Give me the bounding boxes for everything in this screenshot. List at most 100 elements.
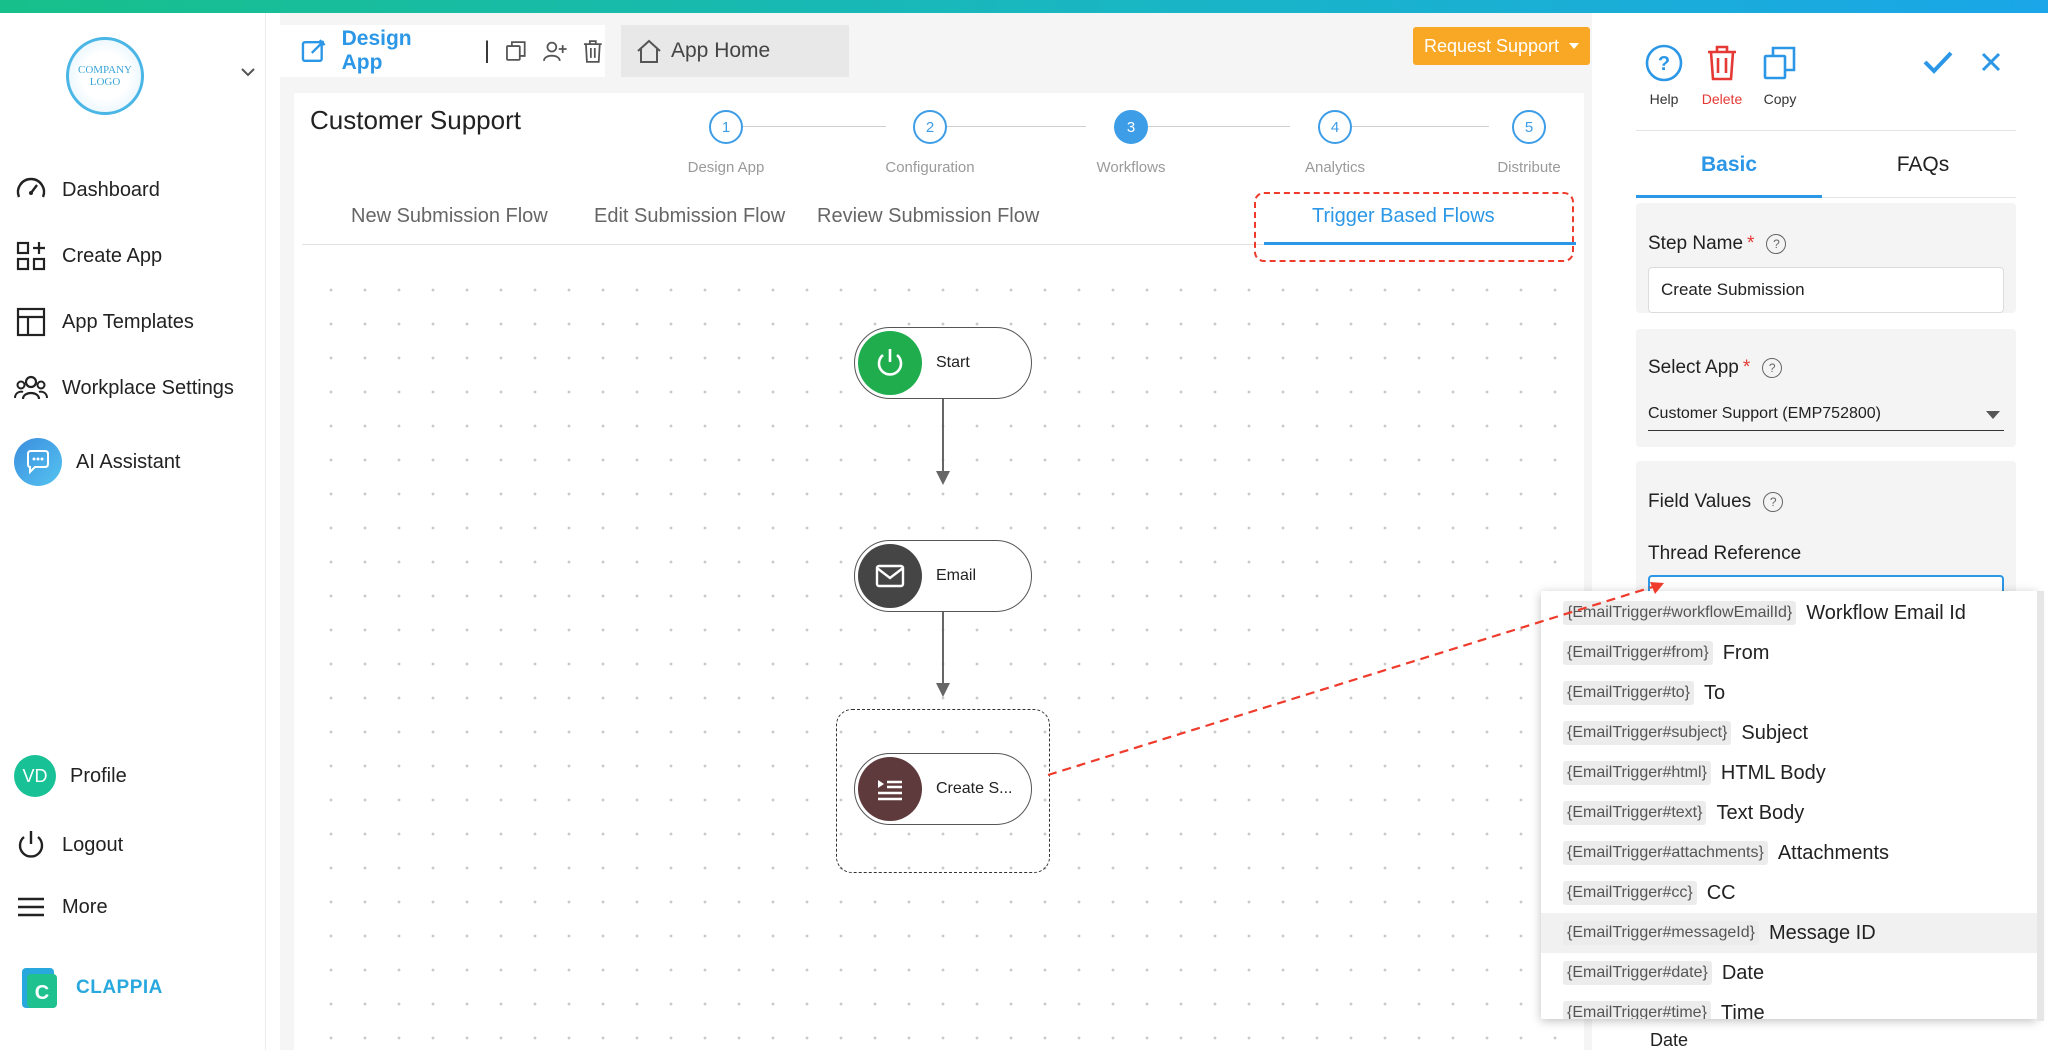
- ai-chat-icon: [14, 438, 62, 486]
- active-tab-indicator: [1636, 195, 1822, 198]
- panel-confirm-actions: [1922, 49, 2002, 75]
- step-2[interactable]: 2: [913, 110, 947, 144]
- workflow-panel: Customer Support 1 Design App 2 Configur…: [294, 93, 1584, 1050]
- list-icon: [858, 757, 922, 821]
- trash-icon[interactable]: [581, 38, 605, 64]
- step-4[interactable]: 4: [1318, 110, 1352, 144]
- check-icon[interactable]: [1922, 49, 1954, 75]
- tab-review-submission-flow[interactable]: Review Submission Flow: [817, 205, 1039, 228]
- suggestion-item[interactable]: {EmailTrigger#text} Text Body: [1541, 793, 2037, 833]
- nav-app-templates[interactable]: App Templates: [14, 305, 194, 339]
- suggestion-item[interactable]: {EmailTrigger#html} HTML Body: [1541, 753, 2037, 793]
- divider: [1636, 130, 2016, 131]
- nav-workplace-settings[interactable]: Workplace Settings: [14, 371, 234, 405]
- step-1[interactable]: 1: [709, 110, 743, 144]
- design-app-tab[interactable]: Design App |: [280, 25, 605, 77]
- step-name-input[interactable]: Create Submission: [1648, 267, 2004, 313]
- nav-create-app[interactable]: Create App: [14, 239, 162, 273]
- select-app-dropdown[interactable]: Customer Support (EMP752800): [1648, 397, 2004, 431]
- copy-button[interactable]: Copy: [1758, 43, 1802, 107]
- caret-down-icon: [1569, 43, 1580, 49]
- trash-icon: [1708, 45, 1736, 81]
- workflow-node-email[interactable]: Email: [854, 540, 1032, 612]
- suggestion-item[interactable]: {EmailTrigger#workflowEmailId} Workflow E…: [1541, 593, 2037, 633]
- nav-more[interactable]: More: [14, 890, 108, 924]
- delete-button[interactable]: Delete: [1700, 43, 1744, 107]
- gauge-icon: [16, 177, 46, 198]
- step-connector: [743, 126, 886, 127]
- edit-icon: [301, 39, 326, 63]
- workflow-node-create-submission[interactable]: Create S...: [854, 753, 1032, 825]
- step-connector: [1352, 126, 1489, 127]
- step-name-card: Step Name * ? Create Submission: [1636, 203, 2016, 313]
- create-app-icon: [16, 241, 46, 271]
- sidebar: COMPANY LOGO Dashboard Create App App Te…: [0, 13, 266, 1050]
- suggestion-item[interactable]: {EmailTrigger#subject} Subject: [1541, 713, 2037, 753]
- home-icon: [637, 39, 661, 63]
- workflow-node-start[interactable]: Start: [854, 327, 1032, 399]
- tab-basic[interactable]: Basic: [1636, 153, 1822, 177]
- app-tab-bar: Design App | App Home Request Support: [280, 25, 1592, 77]
- clappia-logo-icon: C: [22, 968, 57, 1008]
- page-title: Customer Support: [310, 105, 521, 135]
- power-icon: [858, 331, 922, 395]
- hamburger-icon: [18, 897, 44, 917]
- field-values-label: Field Values ?: [1648, 491, 1784, 513]
- suggestion-item-highlighted[interactable]: {EmailTrigger#messageId} Message ID: [1541, 913, 2037, 953]
- add-user-icon[interactable]: [542, 39, 568, 63]
- copy-icon[interactable]: [504, 39, 528, 63]
- suggestion-item[interactable]: {EmailTrigger#from} From: [1541, 633, 2037, 673]
- suggestion-item[interactable]: {EmailTrigger#attachments} Attachments: [1541, 833, 2037, 873]
- suggestion-item[interactable]: {EmailTrigger#to} To: [1541, 673, 2037, 713]
- suggestion-scrollbar[interactable]: [2037, 591, 2044, 1021]
- step-connector: [947, 126, 1086, 127]
- stepper: 1 Design App 2 Configuration 3 Workflows…: [684, 101, 1561, 177]
- nav-logout[interactable]: Logout: [14, 828, 123, 862]
- help-icon[interactable]: ?: [1763, 492, 1784, 512]
- request-support-button[interactable]: Request Support: [1413, 27, 1590, 65]
- svg-text:?: ?: [1658, 53, 1670, 75]
- nav-profile[interactable]: VD Profile: [14, 755, 127, 797]
- copy-icon: [1763, 46, 1796, 80]
- tab-edit-submission-flow[interactable]: Edit Submission Flow: [594, 205, 785, 228]
- step-label: Design App: [687, 159, 765, 176]
- panel-tabs: Basic FAQs: [1636, 143, 2016, 199]
- templates-icon: [16, 307, 46, 337]
- chevron-down-icon[interactable]: [240, 67, 256, 77]
- suggestion-item[interactable]: {EmailTrigger#date} Date: [1541, 953, 2037, 993]
- nav-ai-assistant[interactable]: AI Assistant: [14, 438, 181, 486]
- main-area: Design App | App Home Request Support Cu…: [280, 13, 1592, 1050]
- variable-suggestion-list: {EmailTrigger#workflowEmailId} Workflow E…: [1541, 591, 2037, 1019]
- tab-faqs[interactable]: FAQs: [1830, 153, 2016, 177]
- nav-dashboard[interactable]: Dashboard: [14, 173, 160, 207]
- mail-icon: [858, 544, 922, 608]
- date-field-label: Date: [1650, 1030, 1689, 1050]
- brand: C CLAPPIA: [18, 966, 163, 1010]
- step-label: Configuration: [885, 159, 975, 176]
- step-3[interactable]: 3: [1114, 110, 1148, 144]
- suggestion-item[interactable]: {EmailTrigger#cc} CC: [1541, 873, 2037, 913]
- step-label: Analytics: [1304, 159, 1366, 176]
- help-button[interactable]: ? Help: [1642, 43, 1686, 107]
- help-icon[interactable]: ?: [1766, 234, 1787, 254]
- step-connector: [1148, 126, 1290, 127]
- tab-new-submission-flow[interactable]: New Submission Flow: [351, 205, 548, 228]
- suggestion-item[interactable]: {EmailTrigger#time} Time: [1541, 993, 2037, 1019]
- annotation-highlight: [1254, 192, 1574, 262]
- step-5[interactable]: 5: [1512, 110, 1546, 144]
- users-icon: [14, 375, 48, 400]
- close-icon[interactable]: [1980, 51, 2002, 73]
- company-logo[interactable]: COMPANY LOGO: [66, 37, 144, 115]
- power-icon: [18, 831, 44, 858]
- svg-text:C: C: [35, 982, 49, 1004]
- avatar: VD: [14, 755, 56, 797]
- app-home-tab[interactable]: App Home: [621, 25, 849, 77]
- thread-reference-label: Thread Reference: [1648, 543, 1802, 564]
- select-app-card: Select App * ? Customer Support (EMP7528…: [1636, 329, 2016, 447]
- help-icon[interactable]: ?: [1762, 358, 1783, 378]
- select-app-label: Select App * ?: [1648, 357, 1783, 379]
- step-label: Workflows: [1096, 159, 1166, 176]
- workflow-canvas[interactable]: Start Email Create S...: [302, 263, 1574, 1050]
- top-accent-bar: [0, 0, 2048, 13]
- caret-down-icon: [1986, 411, 2000, 419]
